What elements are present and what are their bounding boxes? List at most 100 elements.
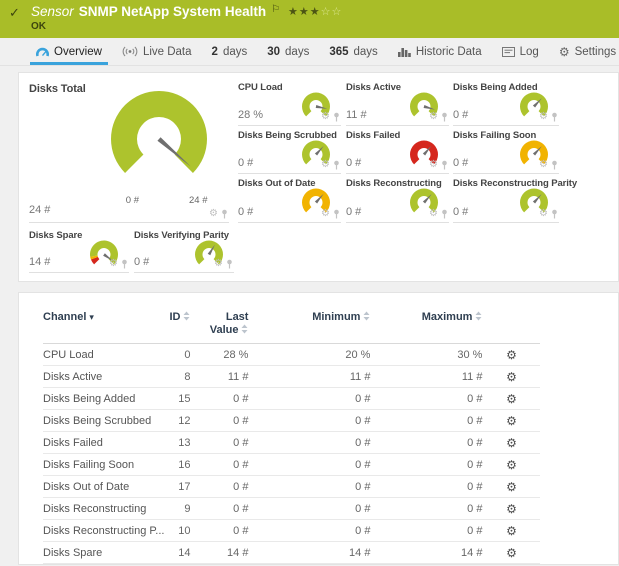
- channel-settings-icon[interactable]: ⚙: [506, 348, 517, 362]
- column-header-maximum[interactable]: Maximum: [370, 311, 482, 344]
- tab-num: 30: [267, 46, 280, 58]
- cell-maximum: 0 #: [370, 498, 482, 520]
- tab-historic-data[interactable]: Historic Data: [388, 38, 492, 65]
- gauge-value: 0 #: [453, 206, 468, 218]
- gauges-card: Disks Total 0 # 24 # 24 # ⚙ CPU Load 28 …: [18, 72, 619, 282]
- pin-icon[interactable]: [333, 209, 340, 219]
- pin-icon[interactable]: [441, 160, 448, 170]
- gear-icon: ⚙: [559, 46, 570, 58]
- pin-icon[interactable]: [441, 209, 448, 219]
- channel-settings-icon[interactable]: ⚙: [506, 392, 517, 406]
- pin-icon[interactable]: [441, 112, 448, 122]
- channel-settings-icon[interactable]: ⚙: [506, 546, 517, 560]
- table-row: Disks Reconstructing 9 0 # 0 # 0 # ⚙: [43, 498, 540, 520]
- cell-id: 16: [164, 454, 190, 476]
- channel-settings-icon[interactable]: ⚙: [506, 370, 517, 384]
- pin-icon[interactable]: [221, 209, 228, 219]
- channel-settings-icon[interactable]: ⚙: [429, 209, 438, 219]
- tab-365-days[interactable]: 365 days: [319, 38, 387, 65]
- channel-settings-icon[interactable]: ⚙: [539, 209, 548, 219]
- tab-live-data[interactable]: Live Data: [112, 38, 202, 65]
- channel-settings-icon[interactable]: ⚙: [506, 458, 517, 472]
- cell-id: 8: [164, 366, 190, 388]
- pin-icon[interactable]: [121, 259, 128, 269]
- cell-maximum: 30 %: [370, 344, 482, 366]
- tab-overview[interactable]: Overview: [26, 38, 112, 65]
- table-row: Disks Active 8 11 # 11 # 11 # ⚙: [43, 366, 540, 388]
- channel-settings-icon[interactable]: ⚙: [539, 160, 548, 170]
- channel-settings-icon[interactable]: ⚙: [214, 259, 223, 269]
- channel-settings-icon[interactable]: ⚙: [429, 112, 438, 122]
- cell-maximum: 0 #: [370, 410, 482, 432]
- cell-maximum: 0 #: [370, 388, 482, 410]
- tab-2-days[interactable]: 2 days: [202, 38, 258, 65]
- table-row: Disks Failing Soon 16 0 # 0 # 0 # ⚙: [43, 454, 540, 476]
- column-header-id[interactable]: ID: [164, 311, 190, 344]
- channel-settings-icon[interactable]: ⚙: [321, 112, 330, 122]
- cell-channel: Disks Active: [43, 366, 164, 388]
- cell-id: 17: [164, 476, 190, 498]
- cell-last-value: 0 #: [190, 432, 248, 454]
- gauge-value: 0 #: [346, 206, 361, 218]
- cell-id: 15: [164, 388, 190, 410]
- tab-settings[interactable]: ⚙ Settings: [549, 38, 619, 65]
- pin-icon[interactable]: [551, 160, 558, 170]
- tab-label: Settings: [575, 46, 617, 58]
- cell-channel: Disks Spare: [43, 542, 164, 564]
- channel-table: Channel▾ ID LastValue Minimum Maximum CP…: [43, 311, 540, 564]
- channel-settings-icon[interactable]: ⚙: [506, 502, 517, 516]
- tab-word: days: [285, 46, 309, 58]
- pin-icon[interactable]: [333, 160, 340, 170]
- flag-icon: ⚐: [271, 4, 280, 15]
- cell-maximum: 0 #: [370, 432, 482, 454]
- pin-icon[interactable]: [226, 259, 233, 269]
- cell-maximum: 0 #: [370, 476, 482, 498]
- cell-maximum: 0 #: [370, 520, 482, 542]
- cell-minimum: 20 %: [248, 344, 370, 366]
- cell-channel: Disks Reconstructing P...: [43, 520, 164, 542]
- tab-30-days[interactable]: 30 days: [257, 38, 319, 65]
- pin-icon[interactable]: [551, 209, 558, 219]
- column-header-last-value[interactable]: LastValue: [190, 311, 248, 344]
- channel-settings-icon[interactable]: ⚙: [506, 436, 517, 450]
- cell-channel: Disks Failed: [43, 432, 164, 454]
- channel-settings-icon[interactable]: ⚙: [109, 259, 118, 269]
- channel-settings-icon[interactable]: ⚙: [506, 414, 517, 428]
- gauge-panel-disks-out-of-date: Disks Out of Date 0 # ⚙: [238, 177, 341, 223]
- stars-filled: ★★★: [288, 6, 321, 18]
- gauge-scale-min: 0 #: [113, 195, 139, 206]
- status-badge: OK: [31, 21, 46, 32]
- gauge-panel-actions: ⚙: [429, 160, 448, 170]
- cell-id: 9: [164, 498, 190, 520]
- pin-icon[interactable]: [333, 112, 340, 122]
- cell-minimum: 11 #: [248, 366, 370, 388]
- table-row: Disks Spare 14 14 # 14 # 14 # ⚙: [43, 542, 540, 564]
- gauge-panel-actions: ⚙: [321, 160, 340, 170]
- channel-settings-icon[interactable]: ⚙: [429, 160, 438, 170]
- channel-settings-icon[interactable]: ⚙: [321, 209, 330, 219]
- channel-settings-icon[interactable]: ⚙: [506, 480, 517, 494]
- channel-settings-icon[interactable]: ⚙: [539, 112, 548, 122]
- cell-last-value: 0 #: [190, 410, 248, 432]
- gauge-panel-actions: ⚙: [209, 209, 228, 219]
- cell-minimum: 0 #: [248, 454, 370, 476]
- channel-settings-icon[interactable]: ⚙: [321, 160, 330, 170]
- gauge-value: 0 #: [453, 109, 468, 121]
- gauge-panel-actions: ⚙: [109, 259, 128, 269]
- gauge-panel-actions: ⚙: [539, 112, 558, 122]
- table-row: Disks Reconstructing P... 10 0 # 0 # 0 #…: [43, 520, 540, 542]
- channel-settings-icon[interactable]: ⚙: [506, 524, 517, 538]
- tab-bar: Overview Live Data 2 days 30 days 365 da…: [0, 38, 619, 66]
- sensor-title-line: SensorSNMP NetApp System Health⚐★★★☆☆: [31, 4, 342, 19]
- table-row: Disks Out of Date 17 0 # 0 # 0 # ⚙: [43, 476, 540, 498]
- column-header-minimum[interactable]: Minimum: [248, 311, 370, 344]
- priority-stars[interactable]: ★★★☆☆: [288, 6, 342, 18]
- cell-last-value: 0 #: [190, 476, 248, 498]
- column-header-channel[interactable]: Channel▾: [43, 311, 164, 344]
- cell-minimum: 0 #: [248, 388, 370, 410]
- tab-log[interactable]: Log: [492, 38, 549, 65]
- pin-icon[interactable]: [551, 112, 558, 122]
- column-header-actions: [482, 311, 540, 344]
- channel-settings-icon[interactable]: ⚙: [209, 209, 218, 219]
- broadcast-icon: [122, 46, 138, 57]
